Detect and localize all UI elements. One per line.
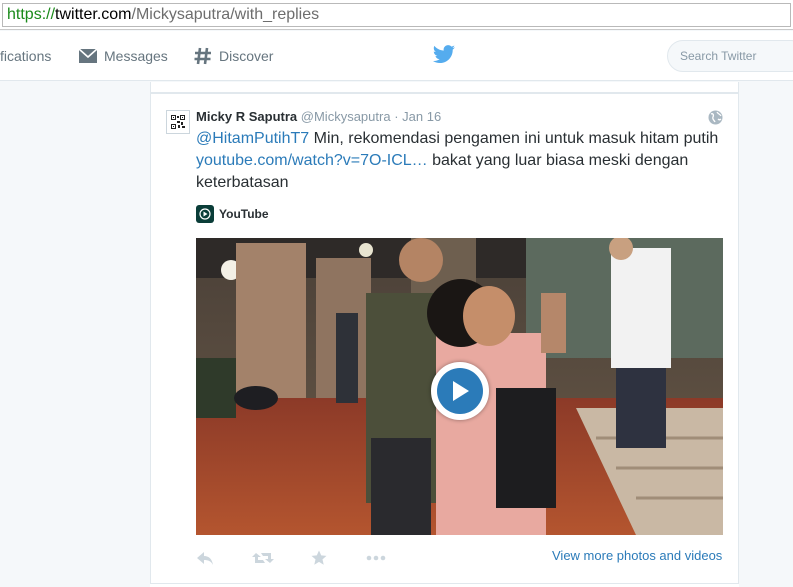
- nav-notifications[interactable]: fications: [0, 31, 51, 81]
- reply-icon: [197, 552, 213, 565]
- play-icon: [437, 368, 483, 414]
- twitter-bird-icon[interactable]: [432, 45, 456, 65]
- video-thumbnail[interactable]: [196, 238, 723, 535]
- hashtag-icon: [194, 47, 211, 65]
- card-divider: [150, 583, 739, 587]
- globe-icon: [708, 110, 723, 125]
- nav-discover-label: Discover: [219, 48, 274, 64]
- url-field[interactable]: https://twitter.com/Mickysaputra/with_re…: [2, 3, 791, 27]
- tweet-mention[interactable]: @HitamPutihT7: [196, 130, 309, 147]
- top-navigation: fications Messages Discover Search Twitt…: [0, 31, 793, 81]
- search-input[interactable]: Search Twitter: [667, 40, 793, 72]
- retweet-button[interactable]: [252, 547, 274, 569]
- url-path: /Mickysaputra/with_replies: [131, 6, 320, 23]
- tweet-link[interactable]: youtube.com/watch?v=7O-ICL…: [196, 152, 428, 169]
- tweet-text-part1: Min, rekomendasi pengamen ini untuk masu…: [309, 130, 719, 147]
- left-gutter: [0, 82, 150, 587]
- card-source[interactable]: YouTube: [196, 204, 269, 224]
- tweet-text: @HitamPutihT7 Min, rekomendasi pengamen …: [196, 128, 726, 194]
- search-placeholder: Search Twitter: [680, 49, 757, 63]
- star-icon: [311, 550, 327, 565]
- qr-avatar-icon: [170, 114, 186, 130]
- more-icon: [366, 555, 386, 561]
- browser-address-bar: https://twitter.com/Mickysaputra/with_re…: [0, 0, 793, 30]
- url-scheme: https://: [7, 6, 56, 23]
- avatar[interactable]: [166, 110, 190, 134]
- view-more-link[interactable]: View more photos and videos: [552, 548, 722, 563]
- nav-messages[interactable]: Messages: [78, 31, 168, 81]
- play-button[interactable]: [431, 362, 489, 420]
- previous-item-edge: [150, 82, 739, 93]
- retweet-icon: [252, 553, 274, 563]
- nav-discover[interactable]: Discover: [193, 31, 273, 81]
- tweet-fullname[interactable]: Micky R Saputra: [196, 109, 297, 124]
- reply-button[interactable]: [196, 547, 214, 569]
- nav-messages-label: Messages: [104, 48, 168, 64]
- url-host: twitter.com: [55, 6, 132, 23]
- nav-notifications-label: fications: [0, 48, 52, 64]
- tweet-header: Micky R Saputra @Mickysaputra · Jan 16: [196, 109, 441, 124]
- tweet-separator: ·: [394, 109, 399, 124]
- envelope-icon: [78, 48, 98, 63]
- right-gutter: [739, 82, 793, 587]
- favorite-button[interactable]: [311, 547, 327, 569]
- more-button[interactable]: [366, 547, 386, 569]
- youtube-logo-icon: [196, 205, 214, 223]
- card-source-label: YouTube: [219, 207, 269, 221]
- tweet-date[interactable]: Jan 16: [402, 109, 441, 124]
- tweet-username[interactable]: @Mickysaputra: [301, 109, 391, 124]
